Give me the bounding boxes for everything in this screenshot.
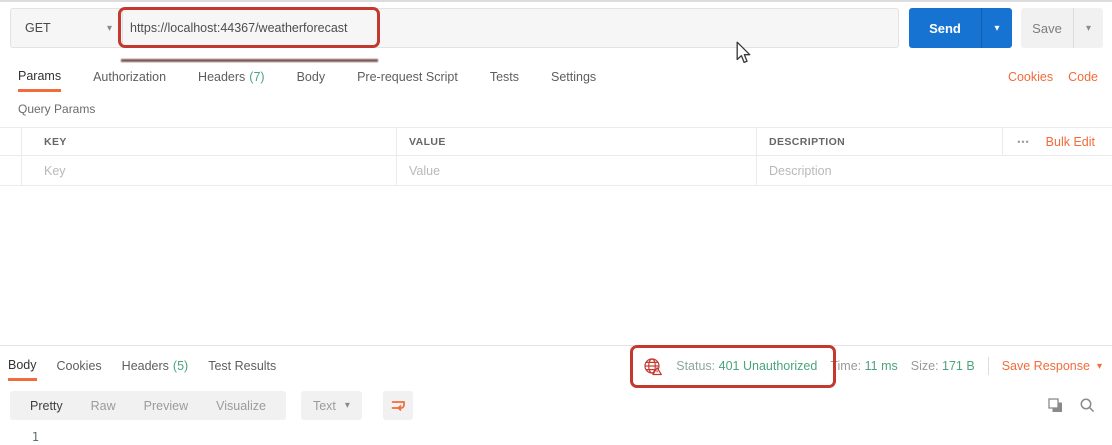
tab-response-headers[interactable]: Headers (5): [122, 351, 189, 381]
tab-label: Headers: [198, 70, 246, 84]
search-icon[interactable]: [1079, 397, 1096, 414]
size-value: 171 B: [942, 359, 975, 373]
response-toolbar: Pretty Raw Preview Visualize Text ▾: [10, 391, 413, 420]
tab-label: Pre-request Script: [357, 70, 458, 84]
url-input[interactable]: https://localhost:44367/weatherforecast: [123, 9, 898, 47]
save-button-group: Save ▾: [1021, 8, 1103, 48]
row-handle[interactable]: [0, 156, 22, 185]
tab-pre-request-script[interactable]: Pre-request Script: [357, 62, 458, 92]
tab-label: Authorization: [93, 70, 167, 84]
save-button[interactable]: Save: [1021, 8, 1073, 48]
top-divider: [0, 0, 1112, 2]
tab-params[interactable]: Params: [18, 62, 62, 92]
headers-count-badge: (7): [249, 70, 265, 84]
tab-tests[interactable]: Tests: [490, 62, 519, 92]
chevron-down-icon: ▾: [1085, 22, 1092, 34]
view-preview-button[interactable]: Preview: [130, 391, 202, 420]
method-label: GET: [25, 21, 51, 35]
request-tabs: Params Authorization Headers (7) Body Pr…: [18, 62, 628, 92]
line-number: 1: [31, 430, 39, 444]
method-select[interactable]: GET ▾: [11, 9, 123, 47]
send-button-group: Send ▾: [909, 8, 1012, 48]
size-label: Size:: [910, 359, 939, 373]
response-tabs: Body Cookies Headers (5) Test Results: [8, 351, 296, 381]
view-raw-button[interactable]: Raw: [77, 391, 130, 420]
tab-label: Body: [8, 357, 37, 372]
key-input[interactable]: Key: [44, 164, 66, 178]
tab-label: Tests: [489, 70, 519, 84]
chevron-down-icon: ▾: [106, 22, 112, 34]
table-row: Key Value Description: [0, 156, 1112, 186]
value-input[interactable]: Value: [409, 164, 440, 178]
format-select[interactable]: Text ▾: [300, 391, 362, 420]
more-options-icon[interactable]: •••: [1017, 137, 1029, 147]
status-label: Status:: [676, 359, 716, 373]
view-segment-group: Pretty Raw Preview Visualize: [10, 391, 286, 420]
tab-label: Test Results: [208, 359, 277, 373]
status-readout: Status: 401 Unauthorized: [676, 359, 817, 373]
row-handle-column: [0, 128, 22, 155]
chevron-down-icon: ▾: [994, 22, 1000, 34]
code-link[interactable]: Code: [1068, 70, 1098, 84]
url-text: https://localhost:44367/weatherforecast: [130, 21, 348, 35]
wrap-line-icon: [389, 397, 407, 415]
send-dropdown-button[interactable]: ▾: [981, 8, 1012, 48]
tab-label: Body: [296, 70, 326, 84]
wrap-line-button[interactable]: [382, 391, 413, 420]
request-right-links: Cookies Code: [1008, 62, 1098, 92]
response-meta: Status: 401 Unauthorized Time: 11 ms Siz…: [643, 351, 1102, 381]
view-visualize-button[interactable]: Visualize: [202, 391, 280, 420]
column-header-value: VALUE: [409, 135, 446, 148]
tab-label: Params: [18, 68, 62, 83]
tab-test-results[interactable]: Test Results: [208, 351, 276, 381]
response-tools: [1047, 391, 1096, 420]
meta-separator: [987, 357, 989, 375]
tab-authorization[interactable]: Authorization: [93, 62, 166, 92]
postman-window: GET ▾ https://localhost:44367/weatherfor…: [0, 0, 1112, 445]
time-readout: Time: 11 ms: [830, 359, 897, 373]
save-dropdown-button[interactable]: ▾: [1073, 8, 1103, 48]
tab-response-body[interactable]: Body: [8, 351, 37, 381]
tab-body[interactable]: Body: [297, 62, 326, 92]
description-input[interactable]: Description: [769, 164, 832, 178]
chevron-down-icon: ▾: [1096, 360, 1102, 372]
cookies-link[interactable]: Cookies: [1008, 70, 1053, 84]
globe-warning-icon: [643, 357, 663, 376]
tab-settings[interactable]: Settings: [551, 62, 596, 92]
send-button[interactable]: Send: [909, 8, 981, 48]
tab-response-cookies[interactable]: Cookies: [57, 351, 102, 381]
table-header-row: KEY VALUE DESCRIPTION ••• Bulk Edit: [0, 127, 1112, 156]
url-shell: GET ▾ https://localhost:44367/weatherfor…: [10, 8, 899, 48]
tab-label: Headers: [121, 359, 169, 373]
save-response-label: Save Response: [1001, 359, 1090, 373]
response-headers-count-badge: (5): [172, 359, 189, 373]
view-pretty-button[interactable]: Pretty: [16, 391, 77, 420]
query-params-table: KEY VALUE DESCRIPTION ••• Bulk Edit Key …: [0, 127, 1112, 186]
tab-headers[interactable]: Headers (7): [198, 62, 265, 92]
request-bar: GET ▾ https://localhost:44367/weatherfor…: [10, 8, 1103, 48]
response-divider: [0, 345, 1112, 346]
chevron-down-icon: ▾: [344, 400, 350, 411]
time-value: 11 ms: [864, 359, 898, 373]
time-label: Time:: [830, 359, 862, 373]
column-header-key: KEY: [44, 135, 67, 148]
copy-icon[interactable]: [1047, 397, 1064, 414]
size-readout: Size: 171 B: [911, 359, 975, 373]
format-selected-label: Text: [312, 398, 336, 413]
query-params-title: Query Params: [18, 102, 96, 116]
bulk-edit-link[interactable]: Bulk Edit: [1046, 135, 1095, 149]
status-value: 401 Unauthorized: [718, 359, 818, 373]
save-response-button[interactable]: Save Response ▾: [1002, 359, 1102, 373]
tab-label: Settings: [551, 70, 597, 84]
response-body-editor[interactable]: 1: [0, 426, 1112, 445]
column-header-description: DESCRIPTION: [769, 135, 846, 148]
tab-label: Cookies: [56, 359, 102, 373]
